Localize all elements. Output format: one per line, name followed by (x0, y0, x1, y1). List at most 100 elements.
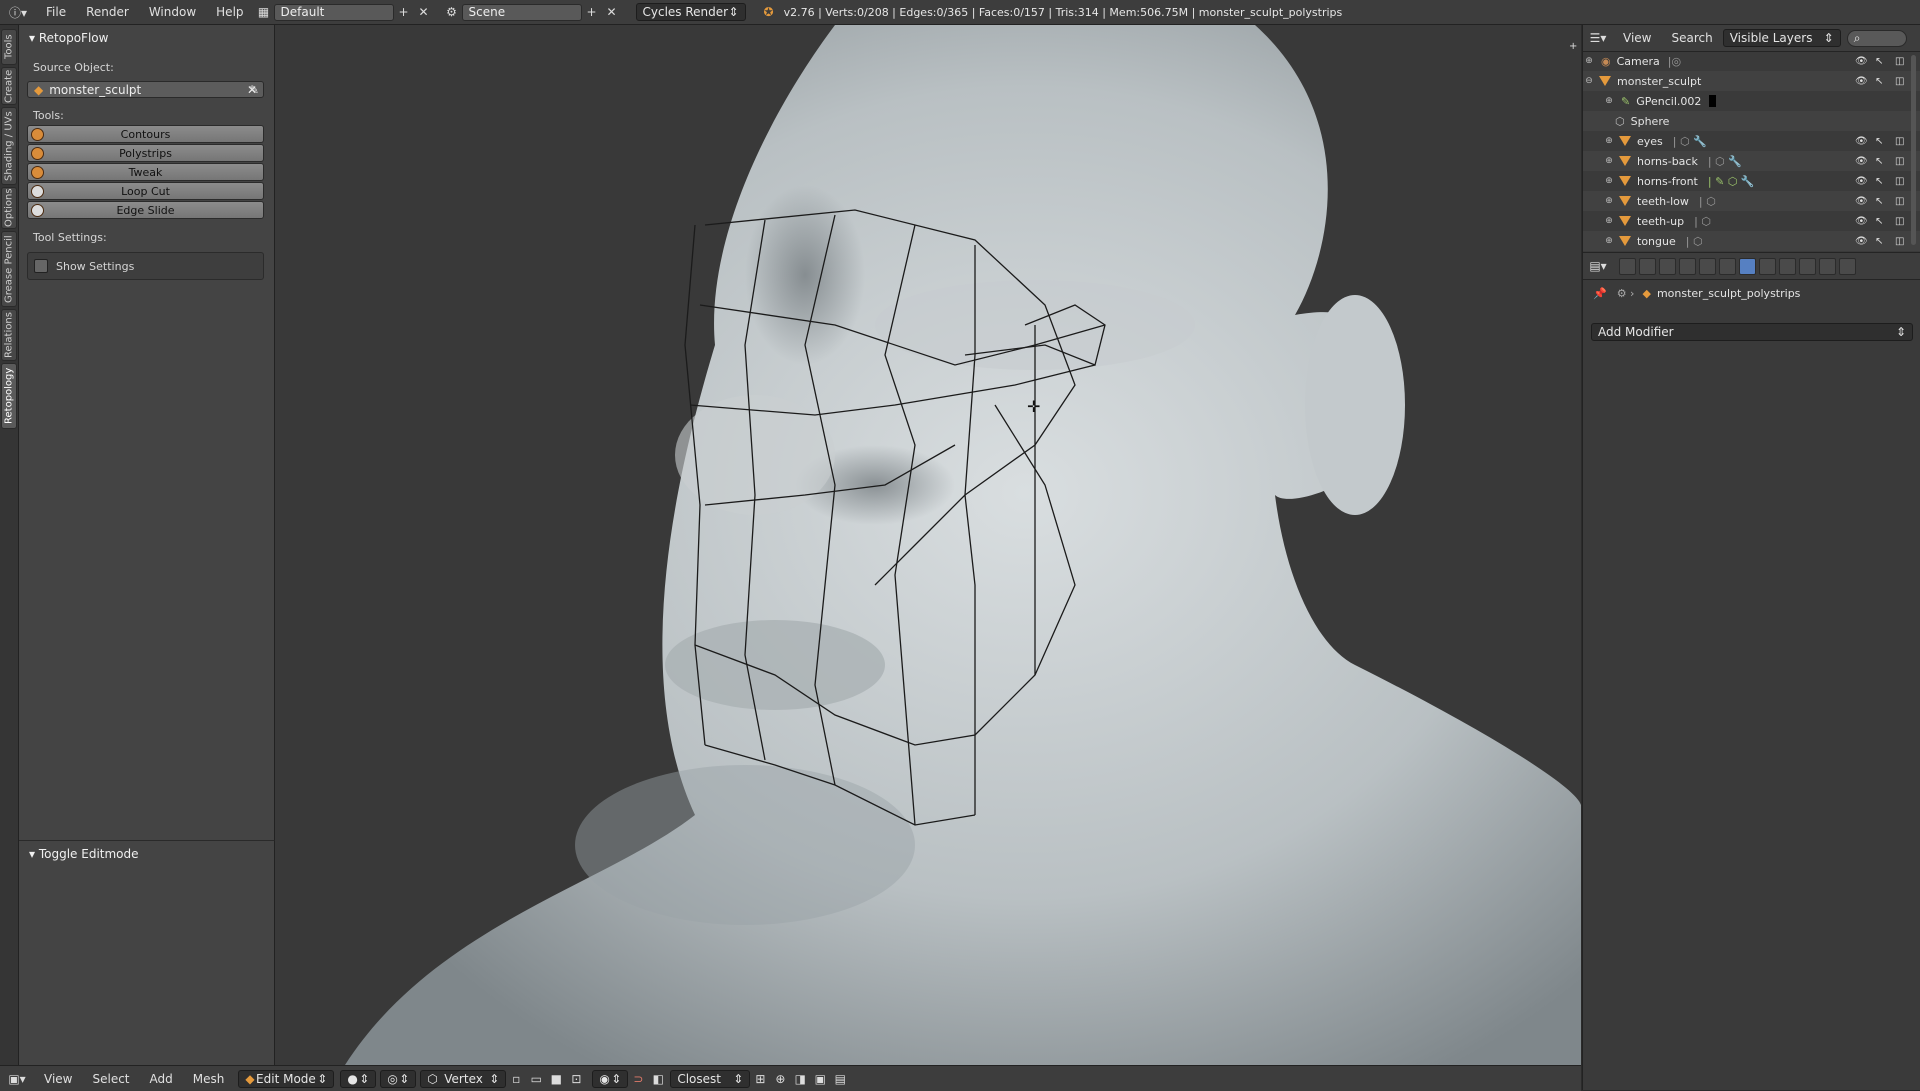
expand-icon[interactable]: ⊕ (1603, 236, 1615, 246)
selectable-arrow-icon[interactable]: ↖ (1875, 196, 1883, 207)
menu-select[interactable]: Select (82, 1072, 139, 1086)
data-tab-icon[interactable] (1759, 257, 1776, 275)
add-layout-icon[interactable]: + (394, 3, 414, 21)
world-tab-icon[interactable] (1679, 257, 1696, 275)
selectable-arrow-icon[interactable]: ↖ (1875, 216, 1883, 227)
modifiers-tab-icon[interactable] (1739, 257, 1756, 275)
selectable-arrow-icon[interactable]: ↖ (1875, 176, 1883, 187)
collapse-icon[interactable]: ⊖ (1583, 76, 1595, 86)
outliner-item-horns-front[interactable]: ⊕ horns-front | ✎ ⬡ 🔧 👁 ↖ ◫ (1583, 171, 1920, 191)
visibility-eye-icon[interactable]: 👁 (1855, 196, 1868, 207)
render-engine-select[interactable]: Cycles Render ⇕ (635, 3, 746, 21)
render-tab-icon[interactable] (1619, 257, 1636, 275)
selectable-arrow-icon[interactable]: ↖ (1875, 156, 1883, 167)
object-tab-icon[interactable] (1699, 257, 1716, 275)
layout-field[interactable]: Default (273, 3, 394, 21)
show-settings-checkbox[interactable] (34, 259, 48, 273)
render-camera-icon[interactable]: ◫ (1895, 176, 1904, 187)
snap-target-select[interactable]: Closest ⇕ (670, 1069, 751, 1088)
outliner-filter-select[interactable]: Visible Layers ⇕ (1722, 29, 1841, 47)
tab-tools[interactable]: Tools (1, 29, 17, 65)
add-modifier-select[interactable]: Add Modifier ⇕ (1591, 323, 1913, 341)
outliner-item-eyes[interactable]: ⊕ eyes | ⬡ 🔧 👁 ↖ ◫ (1583, 131, 1920, 151)
render-camera-icon[interactable]: ▣ (810, 1070, 830, 1088)
outliner-item-tongue[interactable]: ⊕ tongue | ⬡ 👁 ↖ ◫ (1583, 231, 1920, 251)
menu-window[interactable]: Window (139, 5, 206, 19)
limit-selection-icon[interactable]: ⊡ (566, 1070, 586, 1088)
material-tab-icon[interactable] (1779, 257, 1796, 275)
outliner-item-monster-sculpt[interactable]: ⊖ monster_sculpt 👁 ↖ ◫ (1583, 71, 1920, 91)
render-layers-tab-icon[interactable] (1639, 257, 1656, 275)
eyedropper-icon[interactable]: ✎ (245, 81, 263, 98)
outliner-search-menu[interactable]: Search (1661, 31, 1722, 45)
tab-shading-uvs[interactable]: Shading / UVs (1, 107, 17, 185)
proportional-select[interactable]: ◉ ⇕ (592, 1069, 629, 1088)
expand-icon[interactable]: ⊕ (1583, 56, 1595, 66)
tab-create[interactable]: Create (1, 67, 17, 105)
render-camera-icon[interactable]: ◫ (1895, 216, 1904, 227)
visibility-eye-icon[interactable]: 👁 (1855, 56, 1868, 67)
snap-target-icon[interactable]: ◧ (648, 1070, 668, 1088)
vertex-select-icon[interactable]: ▫ (506, 1070, 526, 1088)
physics-tab-icon[interactable] (1839, 257, 1856, 275)
properties-editor-icon[interactable]: ▤▾ (1583, 257, 1613, 275)
tab-grease-pencil[interactable]: Grease Pencil (1, 231, 17, 307)
mode-select[interactable]: ◆ Edit Mode ⇕ (238, 1069, 335, 1088)
align-rotation-icon[interactable]: ⊞ (750, 1070, 770, 1088)
expand-icon[interactable]: ⊕ (1603, 136, 1615, 146)
contours-button[interactable]: Contours (27, 125, 264, 143)
outliner-view-menu[interactable]: View (1613, 31, 1661, 45)
info-editor-icon[interactable]: ⓘ▾ (0, 3, 36, 21)
menu-file[interactable]: File (36, 5, 76, 19)
render-preview-icon[interactable]: ◨ (790, 1070, 810, 1088)
polystrips-button[interactable]: Polystrips (27, 144, 264, 162)
outliner-item-sphere[interactable]: ⬡ Sphere (1583, 111, 1920, 131)
remove-scene-icon[interactable]: ✕ (602, 3, 622, 21)
edge-slide-button[interactable]: Edge Slide (27, 201, 264, 219)
selectable-arrow-icon[interactable]: ↖ (1875, 76, 1883, 87)
snap-element-select[interactable]: ⬡ Vertex ⇕ (420, 1069, 507, 1088)
pin-icon[interactable]: 📌 (1593, 287, 1607, 300)
tab-retopology[interactable]: Retopology (1, 363, 17, 429)
render-camera-icon[interactable]: ◫ (1895, 156, 1904, 167)
expand-icon[interactable]: ⊕ (1603, 196, 1615, 206)
menu-add[interactable]: Add (140, 1072, 183, 1086)
visibility-eye-icon[interactable]: 👁 (1855, 216, 1868, 227)
menu-view[interactable]: View (34, 1072, 82, 1086)
selectable-arrow-icon[interactable]: ↖ (1875, 236, 1883, 247)
tab-relations[interactable]: Relations (1, 309, 17, 361)
render-camera-icon[interactable]: ◫ (1895, 76, 1904, 87)
project-individual-icon[interactable]: ⊕ (770, 1070, 790, 1088)
visibility-eye-icon[interactable]: 👁 (1855, 76, 1868, 87)
outliner-item-gpencil[interactable]: ⊕ ✎ GPencil.002 (1583, 91, 1920, 111)
outliner-search-field[interactable]: ⌕ (1846, 29, 1907, 47)
render-camera-icon[interactable]: ◫ (1895, 136, 1904, 147)
tweak-button[interactable]: Tweak (27, 163, 264, 181)
scene-icon[interactable]: ⚙ (442, 3, 462, 21)
scene-tab-icon[interactable] (1659, 257, 1676, 275)
outliner-scrollbar[interactable] (1911, 55, 1916, 245)
3d-viewport[interactable]: ✛ + (275, 25, 1581, 1065)
source-object-field[interactable]: ◆ monster_sculpt ✕ (27, 81, 264, 98)
outliner-item-horns-back[interactable]: ⊕ horns-back | ⬡ 🔧 👁 ↖ ◫ (1583, 151, 1920, 171)
expand-icon[interactable]: ⊕ (1603, 176, 1615, 186)
visibility-eye-icon[interactable]: 👁 (1855, 236, 1868, 247)
selectable-arrow-icon[interactable]: ↖ (1875, 56, 1883, 67)
outliner-editor-icon[interactable]: ☰▾ (1583, 29, 1613, 47)
menu-render[interactable]: Render (76, 5, 139, 19)
visibility-eye-icon[interactable]: 👁 (1855, 136, 1868, 147)
editor-type-icon[interactable]: ▣▾ (0, 1070, 34, 1088)
menu-help[interactable]: Help (206, 5, 253, 19)
loop-cut-button[interactable]: Loop Cut (27, 182, 264, 200)
outliner-item-teeth-low[interactable]: ⊕ teeth-low | ⬡ 👁 ↖ ◫ (1583, 191, 1920, 211)
selectable-arrow-icon[interactable]: ↖ (1875, 136, 1883, 147)
outliner-item-teeth-up[interactable]: ⊕ teeth-up | ⬡ 👁 ↖ ◫ (1583, 211, 1920, 231)
screen-layout-icon[interactable]: ▦ (254, 3, 274, 21)
remove-layout-icon[interactable]: ✕ (414, 3, 434, 21)
particles-tab-icon[interactable] (1819, 257, 1836, 275)
expand-icon[interactable]: ⊕ (1603, 156, 1615, 166)
shading-select[interactable]: ● ⇕ (340, 1069, 377, 1088)
pivot-select[interactable]: ◎ ⇕ (380, 1069, 417, 1088)
texture-tab-icon[interactable] (1799, 257, 1816, 275)
viewport-corner-plus-icon[interactable]: + (1569, 41, 1577, 52)
